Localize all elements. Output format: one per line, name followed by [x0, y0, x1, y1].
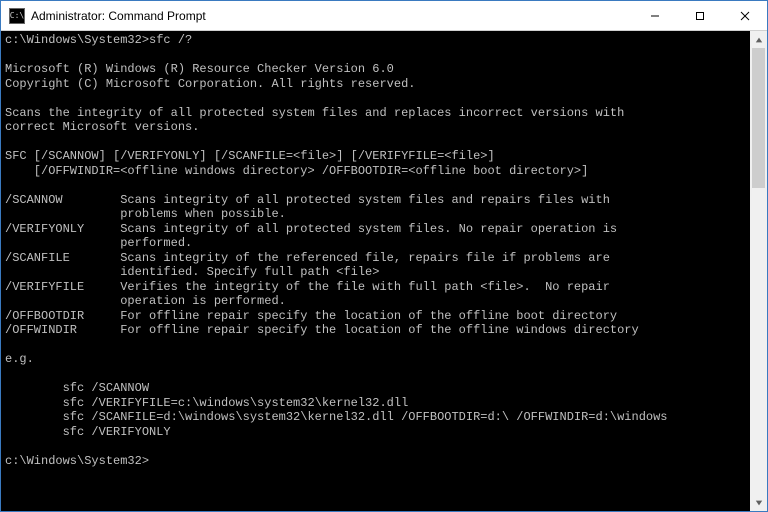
output-line: e.g. — [5, 352, 34, 366]
output-line: /OFFBOOTDIR For offline repair specify t… — [5, 309, 617, 323]
prompt-line: c:\Windows\System32> — [5, 454, 149, 468]
minimize-button[interactable] — [632, 1, 677, 30]
output-line: /SCANNOW Scans integrity of all protecte… — [5, 193, 610, 207]
output-line: c:\Windows\System32>sfc /? — [5, 33, 192, 47]
client-area: c:\Windows\System32>sfc /? Microsoft (R)… — [1, 31, 767, 511]
output-line: Microsoft (R) Windows (R) Resource Check… — [5, 62, 394, 76]
output-line: sfc /SCANFILE=d:\windows\system32\kernel… — [5, 410, 668, 424]
cmd-icon: C:\ — [9, 8, 25, 24]
maximize-button[interactable] — [677, 1, 722, 30]
vertical-scrollbar[interactable] — [750, 31, 767, 511]
window-controls — [632, 1, 767, 30]
output-line: sfc /SCANNOW — [5, 381, 149, 395]
cmd-window: C:\ Administrator: Command Prompt c:\Win… — [0, 0, 768, 512]
output-line: identified. Specify full path <file> — [5, 265, 379, 279]
scroll-track[interactable] — [750, 48, 767, 494]
output-line: [/OFFWINDIR=<offline windows directory> … — [5, 164, 588, 178]
output-line: Copyright (C) Microsoft Corporation. All… — [5, 77, 415, 91]
output-line: SFC [/SCANNOW] [/VERIFYONLY] [/SCANFILE=… — [5, 149, 495, 163]
output-line: sfc /VERIFYONLY — [5, 425, 171, 439]
output-line: problems when possible. — [5, 207, 286, 221]
output-line: performed. — [5, 236, 192, 250]
output-line: Scans the integrity of all protected sys… — [5, 106, 624, 120]
scroll-down-button[interactable] — [750, 494, 767, 511]
terminal-output[interactable]: c:\Windows\System32>sfc /? Microsoft (R)… — [1, 31, 750, 511]
scroll-thumb[interactable] — [752, 48, 765, 188]
titlebar[interactable]: C:\ Administrator: Command Prompt — [1, 1, 767, 31]
output-line: sfc /VERIFYFILE=c:\windows\system32\kern… — [5, 396, 408, 410]
output-line: correct Microsoft versions. — [5, 120, 199, 134]
output-line: operation is performed. — [5, 294, 286, 308]
scroll-up-button[interactable] — [750, 31, 767, 48]
window-title: Administrator: Command Prompt — [31, 9, 632, 23]
output-line: /VERIFYFILE Verifies the integrity of th… — [5, 280, 610, 294]
close-button[interactable] — [722, 1, 767, 30]
output-line: /SCANFILE Scans integrity of the referen… — [5, 251, 610, 265]
output-line: /OFFWINDIR For offline repair specify th… — [5, 323, 639, 337]
output-line: /VERIFYONLY Scans integrity of all prote… — [5, 222, 617, 236]
